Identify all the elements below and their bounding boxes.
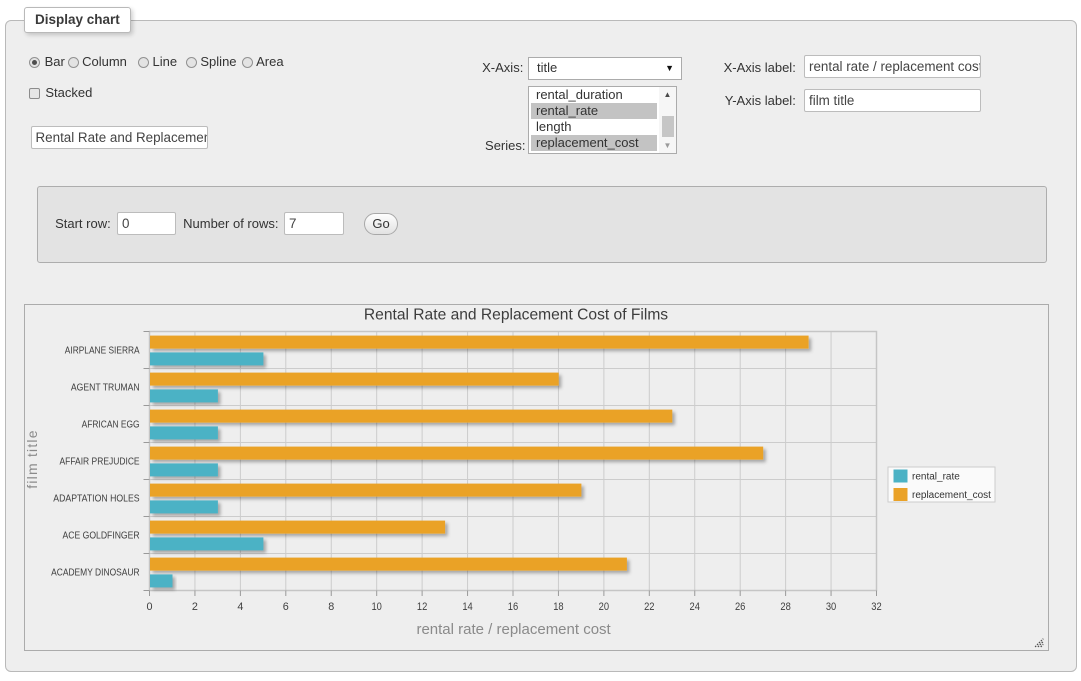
svg-text:ADAPTATION HOLES: ADAPTATION HOLES bbox=[53, 494, 139, 505]
svg-text:8: 8 bbox=[328, 601, 334, 613]
svg-text:16: 16 bbox=[508, 601, 518, 613]
svg-text:30: 30 bbox=[826, 601, 836, 613]
svg-text:28: 28 bbox=[780, 601, 790, 613]
svg-text:rental rate / replacement cost: rental rate / replacement cost bbox=[416, 621, 611, 638]
svg-text:4: 4 bbox=[237, 601, 243, 613]
svg-text:AIRPLANE SIERRA: AIRPLANE SIERRA bbox=[65, 346, 140, 357]
svg-text:ACADEMY DINOSAUR: ACADEMY DINOSAUR bbox=[51, 568, 140, 579]
svg-text:film title: film title bbox=[25, 429, 40, 488]
svg-text:2: 2 bbox=[192, 601, 198, 613]
svg-text:AGENT TRUMAN: AGENT TRUMAN bbox=[71, 383, 140, 394]
svg-text:0: 0 bbox=[146, 601, 152, 613]
svg-text:14: 14 bbox=[462, 601, 472, 613]
svg-text:replacement_cost: replacement_cost bbox=[912, 490, 991, 501]
svg-text:32: 32 bbox=[871, 601, 881, 613]
svg-text:ACE GOLDFINGER: ACE GOLDFINGER bbox=[63, 531, 141, 542]
svg-text:Rental Rate and Replacement Co: Rental Rate and Replacement Cost of Film… bbox=[364, 306, 668, 323]
svg-text:24: 24 bbox=[690, 601, 700, 613]
svg-text:26: 26 bbox=[735, 601, 745, 613]
svg-text:AFFAIR PREJUDICE: AFFAIR PREJUDICE bbox=[60, 457, 140, 468]
svg-text:6: 6 bbox=[283, 601, 289, 613]
svg-text:12: 12 bbox=[417, 601, 427, 613]
svg-text:rental_rate: rental_rate bbox=[912, 472, 960, 483]
svg-text:AFRICAN EGG: AFRICAN EGG bbox=[82, 420, 140, 431]
svg-text:10: 10 bbox=[371, 601, 381, 613]
svg-text:18: 18 bbox=[553, 601, 563, 613]
svg-text:20: 20 bbox=[599, 601, 609, 613]
svg-text:22: 22 bbox=[644, 601, 654, 613]
